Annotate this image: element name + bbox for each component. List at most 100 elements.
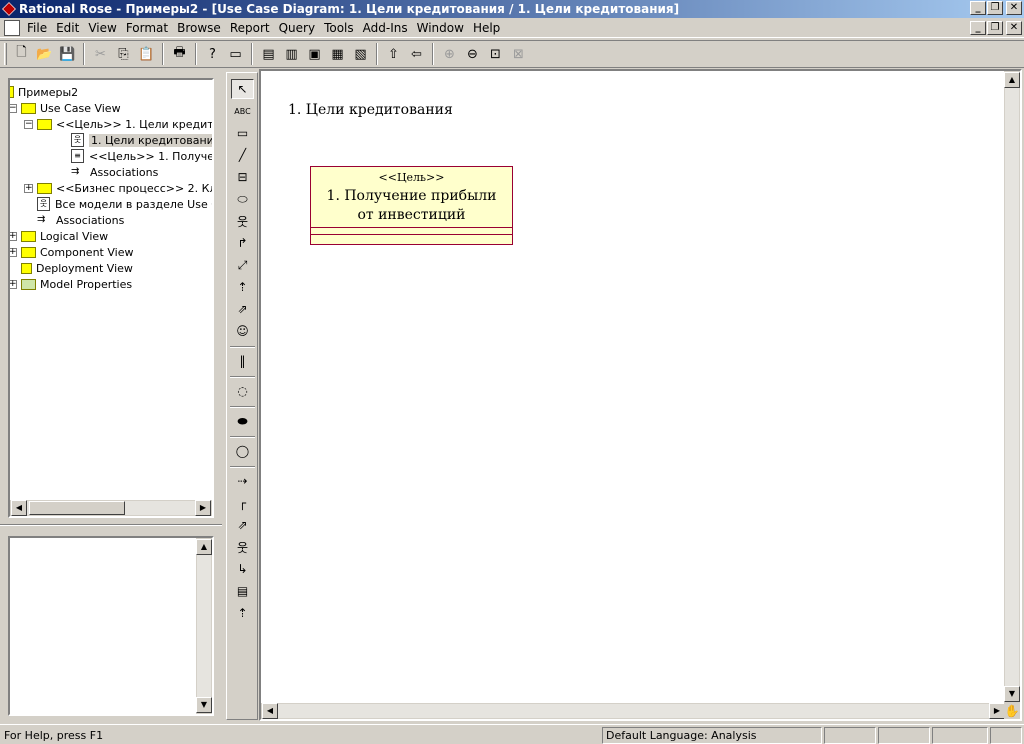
menu-window[interactable]: Window xyxy=(414,21,470,35)
copy-icon[interactable]: ⎘ xyxy=(112,43,135,65)
tree-item[interactable]: − Use Case View xyxy=(10,100,121,116)
interface-tool-icon[interactable]: ⇡ xyxy=(231,603,254,623)
expand-icon[interactable]: + xyxy=(10,279,17,289)
browse-parent-icon[interactable]: ⇧ xyxy=(382,43,405,65)
paste-icon[interactable]: 📋 xyxy=(135,43,158,65)
unidirectional2-tool-icon[interactable]: ↳ xyxy=(231,559,254,579)
tree-item[interactable]: 웃 1. Цели кредитования xyxy=(58,132,212,148)
expand-icon[interactable]: + xyxy=(24,183,33,193)
tree-item[interactable]: Примеры2 xyxy=(10,84,78,100)
view-doc-icon[interactable]: ▭ xyxy=(224,43,247,65)
close-button[interactable]: ✕ xyxy=(1006,1,1022,15)
tree-item[interactable]: + Logical View xyxy=(10,228,108,244)
scroll-down-icon[interactable]: ▼ xyxy=(196,697,212,713)
selection-tool-icon[interactable]: ↖ xyxy=(231,79,254,99)
anchor-note-tool-icon[interactable]: ╱ xyxy=(231,145,254,165)
package-tool-icon[interactable]: ⊟ xyxy=(231,167,254,187)
use-case-diagram-canvas[interactable]: 1. Цели кредитования <<Цель>> 1. Получен… xyxy=(259,69,1022,721)
text-tool-icon[interactable]: ABC xyxy=(231,101,254,121)
diagram-title-text[interactable]: 1. Цели кредитования xyxy=(288,102,453,118)
browse-state-diagram-icon[interactable]: ▦ xyxy=(326,43,349,65)
actor2-tool-icon[interactable]: 웃 xyxy=(231,537,254,557)
doc-vertical-scrollbar[interactable]: ▲ ▼ xyxy=(196,538,212,714)
document-window-icon[interactable] xyxy=(4,19,20,36)
fit-in-window-icon[interactable]: ⊡ xyxy=(484,43,507,65)
diagram-vertical-scrollbar[interactable]: ▲ ▼ xyxy=(1004,71,1020,703)
zoom-out-icon[interactable]: ⊖ xyxy=(461,43,484,65)
documentation-window[interactable]: ▲ ▼ xyxy=(8,536,214,716)
collapse-icon[interactable]: − xyxy=(24,119,33,129)
scroll-left-icon[interactable]: ◀ xyxy=(262,703,278,719)
browse-interaction-diagram-icon[interactable]: ▥ xyxy=(280,43,303,65)
restore-button[interactable]: ❐ xyxy=(987,1,1003,15)
tree-item[interactable]: + <<Бизнес процесс>> 2. Классификация xyxy=(24,180,212,196)
menu-edit[interactable]: Edit xyxy=(53,21,85,35)
menu-browse[interactable]: Browse xyxy=(174,21,227,35)
panel-splitter[interactable] xyxy=(0,524,222,526)
menu-format[interactable]: Format xyxy=(123,21,174,35)
doc-minimize-button[interactable]: _ xyxy=(970,21,986,35)
new-icon[interactable]: 🗋 xyxy=(10,43,33,65)
use-case-tool-icon[interactable]: ⬭ xyxy=(231,189,254,209)
class-tool-icon[interactable]: ▤ xyxy=(231,581,254,601)
menu-report[interactable]: Report xyxy=(227,21,276,35)
tree-item[interactable]: Deployment View xyxy=(10,260,133,276)
swimlane-tool-icon[interactable]: ‖ xyxy=(231,351,254,371)
menu-view[interactable]: View xyxy=(85,21,122,35)
tree-item[interactable]: 웃 Все модели в разделе Use Case View xyxy=(24,196,212,212)
browse-previous-icon[interactable]: ⇦ xyxy=(405,43,428,65)
association-tool-icon[interactable]: ┌ xyxy=(231,493,254,513)
tree-item[interactable]: ⇉ Associations xyxy=(24,212,124,228)
collapse-icon[interactable]: − xyxy=(10,103,17,113)
zoom-in-icon[interactable]: ⊕ xyxy=(438,43,461,65)
menu-query[interactable]: Query xyxy=(276,21,321,35)
doc-restore-button[interactable]: ❐ xyxy=(987,21,1003,35)
business-worker-tool-icon[interactable]: ⬬ xyxy=(231,411,254,431)
browse-component-diagram-icon[interactable]: ▣ xyxy=(303,43,326,65)
browse-class-diagram-icon[interactable]: ▤ xyxy=(257,43,280,65)
business-actor-tool-icon[interactable]: ☺ xyxy=(231,321,254,341)
expand-icon[interactable]: + xyxy=(10,231,17,241)
scroll-up-icon[interactable]: ▲ xyxy=(196,539,212,555)
realize-tool-icon[interactable]: ⇗ xyxy=(231,515,254,535)
model-browser[interactable]: Примеры2− Use Case View − <<Цель>> 1. Цели … xyxy=(8,78,214,518)
note-tool-icon[interactable]: ▭ xyxy=(231,123,254,143)
scroll-thumb[interactable] xyxy=(29,501,125,515)
menu-tools[interactable]: Tools xyxy=(321,21,360,35)
minimize-button[interactable]: _ xyxy=(970,1,986,15)
menu-add-ins[interactable]: Add-Ins xyxy=(360,21,414,35)
browse-deployment-diagram-icon[interactable]: ▧ xyxy=(349,43,372,65)
tree-item[interactable]: + Model Properties xyxy=(10,276,132,292)
realization-tool-icon[interactable]: ⇗ xyxy=(231,299,254,319)
scroll-down-icon[interactable]: ▼ xyxy=(1004,686,1020,702)
menu-help[interactable]: Help xyxy=(470,21,506,35)
dependency-tool-icon[interactable]: ⤢ xyxy=(231,255,254,275)
save-icon[interactable]: 💾 xyxy=(56,43,79,65)
undo-fit-icon[interactable]: ⊠ xyxy=(507,43,530,65)
tree-item[interactable]: − <<Цель>> 1. Цели кредитования xyxy=(24,116,212,132)
diagram-horizontal-scrollbar[interactable]: ◀ ▶ xyxy=(261,703,1006,719)
toolbar-grip[interactable] xyxy=(4,43,7,65)
scroll-right-icon[interactable]: ▶ xyxy=(989,703,1005,719)
class-goal-box[interactable]: <<Цель>> 1. Получение прибыли от инвести… xyxy=(310,166,513,245)
scroll-up-icon[interactable]: ▲ xyxy=(1004,72,1020,88)
hand-pan-icon[interactable]: ✋ xyxy=(1004,703,1020,719)
tree-item[interactable]: ≡ <<Цель>> 1. Получение прибыли от инвест… xyxy=(58,148,212,164)
tree-item[interactable]: ⇉ Associations xyxy=(58,164,158,180)
context-help-icon[interactable]: ? xyxy=(201,43,224,65)
expand-icon[interactable]: + xyxy=(10,247,17,257)
doc-close-button[interactable]: ✕ xyxy=(1006,21,1022,35)
open-icon[interactable]: 📂 xyxy=(33,43,56,65)
rational-rose-icon[interactable] xyxy=(2,2,16,16)
unidirectional-association-tool-icon[interactable]: ↱ xyxy=(231,233,254,253)
business-use-case-tool-icon[interactable]: ◌ xyxy=(231,381,254,401)
menu-file[interactable]: File xyxy=(24,21,53,35)
scroll-left-icon[interactable]: ◀ xyxy=(11,500,27,516)
dependency2-tool-icon[interactable]: ⇢ xyxy=(231,471,254,491)
browser-horizontal-scrollbar[interactable]: ◀ ▶ xyxy=(10,500,212,516)
scroll-right-icon[interactable]: ▶ xyxy=(195,500,211,516)
business-entity-tool-icon[interactable]: ◯ xyxy=(231,441,254,461)
cut-icon[interactable]: ✂ xyxy=(89,43,112,65)
actor-tool-icon[interactable]: 웃 xyxy=(231,211,254,231)
print-icon[interactable]: 🖶 xyxy=(168,43,191,65)
